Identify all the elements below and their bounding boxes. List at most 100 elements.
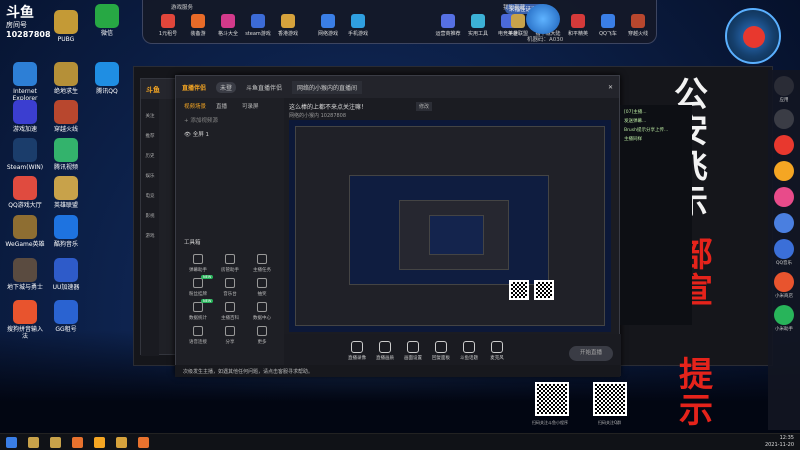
desktop-icon[interactable]: 英雄联盟 bbox=[46, 176, 86, 209]
tool-item[interactable]: 数据中心 bbox=[248, 302, 276, 321]
room-subtitle: 网络的小猴内 10287808 bbox=[289, 113, 347, 119]
tool-item[interactable]: 主播任务 bbox=[248, 254, 276, 273]
topbar-item-label: 格斗大全 bbox=[217, 31, 238, 37]
tab-live[interactable]: 直播 bbox=[216, 102, 227, 110]
desktop-icon[interactable]: Steam(WIN) bbox=[5, 138, 45, 171]
tool-item[interactable]: 语音连接 bbox=[184, 326, 212, 345]
desktop-icon[interactable]: UU加速器 bbox=[46, 258, 86, 291]
tool-icon bbox=[257, 302, 267, 312]
desktop-icon[interactable]: 地下城与勇士 bbox=[5, 258, 45, 291]
app-icon bbox=[13, 300, 37, 324]
app-icon bbox=[54, 10, 78, 34]
desktop-icon[interactable]: 微信 bbox=[87, 4, 127, 37]
desktop-icon[interactable]: 游戏加速 bbox=[5, 100, 45, 133]
edit-button[interactable]: 修改 bbox=[416, 102, 433, 111]
tool-label: 抽奖 bbox=[257, 292, 267, 297]
tab-record[interactable]: 可录屏 bbox=[242, 102, 259, 110]
topbar-item[interactable]: QQ飞车 bbox=[593, 14, 623, 37]
taskbar-app-icon[interactable] bbox=[28, 437, 39, 448]
desktop-icon[interactable]: GG租号 bbox=[46, 300, 86, 333]
assistant-orb[interactable] bbox=[725, 8, 781, 64]
tool-icon bbox=[193, 326, 203, 336]
bottom-tool-label: 直播画质 bbox=[376, 356, 394, 361]
desktop-icon[interactable]: 酷狗音乐 bbox=[46, 215, 86, 248]
tool-item[interactable]: 抽奖 bbox=[248, 278, 276, 297]
desktop-icon[interactable]: 搜狗拼音输入法 bbox=[5, 300, 45, 340]
dock-item[interactable]: 小米商店 bbox=[768, 272, 800, 299]
status-bar: 次级发生主播，如遇其他任何问题，请点击客服寻求帮助。 bbox=[175, 365, 620, 377]
dock-item[interactable] bbox=[768, 135, 800, 155]
client-sidebar-item[interactable]: 娱乐 bbox=[141, 173, 159, 179]
taskbar-app-icon[interactable] bbox=[72, 437, 83, 448]
tool-item[interactable]: NEW 数据统计 bbox=[184, 299, 214, 321]
topbar-item[interactable]: 和平精英 bbox=[563, 14, 593, 37]
desktop-icon-label: WeGame英雄 bbox=[5, 241, 45, 248]
desktop-icon[interactable]: PUBG bbox=[46, 10, 86, 43]
taskbar-app-icon[interactable] bbox=[116, 437, 127, 448]
tool-item[interactable]: 更多 bbox=[248, 326, 276, 345]
desktop-icon[interactable]: 腾讯视频 bbox=[46, 138, 86, 171]
login-badge[interactable]: 未登 bbox=[216, 81, 237, 93]
taskbar-app-icon[interactable] bbox=[138, 437, 149, 448]
topbar-item[interactable]: 实用工具 bbox=[463, 14, 493, 37]
bottom-tool-button[interactable]: 画面设置 bbox=[400, 341, 426, 361]
tool-item[interactable]: NEW 粉丝挂牌 bbox=[184, 275, 214, 297]
desktop-icon[interactable]: 绝地求生 bbox=[46, 62, 86, 95]
dock-item[interactable]: 小米助手 bbox=[768, 305, 800, 332]
desktop-icon[interactable]: 穿越火线 bbox=[46, 100, 86, 133]
scene-item[interactable]: 👁 全屏 1 bbox=[184, 130, 209, 138]
taskbar-app-icon[interactable] bbox=[94, 437, 105, 448]
topbar-item[interactable]: 装备游 bbox=[183, 14, 213, 37]
tool-item[interactable]: 主播百科 bbox=[216, 302, 244, 321]
dock-item[interactable] bbox=[768, 109, 800, 129]
topbar-item[interactable]: 运营商推荐 bbox=[433, 14, 463, 37]
client-sidebar-item[interactable]: 历史 bbox=[141, 153, 159, 159]
tool-label: 数据中心 bbox=[253, 316, 271, 321]
topbar-item[interactable]: 手机游戏 bbox=[343, 14, 373, 37]
bottom-tool-button[interactable]: 直播画质 bbox=[372, 341, 398, 361]
desktop-icon[interactable]: QQ游戏大厅 bbox=[5, 176, 45, 209]
topbar-item[interactable]: 1元租号 bbox=[153, 14, 183, 37]
stream-preview bbox=[289, 120, 611, 332]
dock-item[interactable]: 应用 bbox=[768, 76, 800, 103]
tab-main[interactable]: 斗鱼直播伴侣 bbox=[246, 83, 282, 92]
topbar-item[interactable]: 格斗大全 bbox=[213, 14, 243, 37]
tool-icon bbox=[193, 278, 203, 288]
dock-item[interactable] bbox=[768, 187, 800, 207]
tab-room[interactable]: 网络的小猴内的直播间 bbox=[292, 80, 363, 94]
bottom-tool-button[interactable]: 麦克风 bbox=[484, 341, 510, 361]
add-source-button[interactable]: + 添加视频源 bbox=[184, 116, 218, 124]
taskbar-app-icon[interactable] bbox=[6, 437, 17, 448]
tool-icon bbox=[225, 254, 235, 264]
dock-item[interactable]: QQ音乐 bbox=[768, 239, 800, 266]
client-sidebar-item[interactable]: 关注 bbox=[141, 113, 159, 119]
dock-item[interactable] bbox=[768, 213, 800, 233]
taskbar-app-icon[interactable] bbox=[50, 437, 61, 448]
client-sidebar-item[interactable]: 电竞 bbox=[141, 193, 159, 199]
desktop-icon[interactable]: 腾讯QQ bbox=[87, 62, 127, 95]
bottom-tool-button[interactable]: 斗鱼话题 bbox=[456, 341, 482, 361]
close-icon[interactable]: ✕ bbox=[608, 84, 613, 91]
tool-item[interactable]: 分享 bbox=[216, 326, 244, 345]
topbar-item[interactable]: 网络游戏 bbox=[313, 14, 343, 37]
tool-item[interactable]: 音乐台 bbox=[216, 278, 244, 297]
desktop-icon[interactable]: WeGame英雄 bbox=[5, 215, 45, 248]
tool-item[interactable]: 房管助手 bbox=[216, 254, 244, 273]
clock: 12:35 2021-11-20 bbox=[765, 435, 794, 449]
tab-scene[interactable]: 视频场景 bbox=[184, 102, 206, 110]
preview-qr-2 bbox=[534, 280, 554, 300]
bottom-tool-button[interactable]: 直播录像 bbox=[344, 341, 370, 361]
bottom-tool-button[interactable]: 回复面板 bbox=[428, 341, 454, 361]
go-live-button[interactable]: 开始直播 bbox=[569, 346, 613, 361]
client-sidebar-item[interactable]: 游戏 bbox=[141, 233, 159, 239]
tool-item[interactable]: 弹幕助手 bbox=[184, 254, 212, 273]
topbar-item[interactable]: 香港游戏 bbox=[273, 14, 303, 37]
desktop-icon[interactable]: Internet Explorer bbox=[5, 62, 45, 102]
topbar-item[interactable]: 穿越火线 bbox=[623, 14, 653, 37]
mascot-icon[interactable] bbox=[526, 4, 560, 34]
dock-item[interactable] bbox=[768, 161, 800, 181]
topbar-item[interactable]: steam游戏 bbox=[243, 14, 273, 37]
qr-code-1 bbox=[535, 382, 569, 416]
client-sidebar-item[interactable]: 影视 bbox=[141, 213, 159, 219]
client-sidebar-item[interactable]: 推荐 bbox=[141, 133, 159, 139]
